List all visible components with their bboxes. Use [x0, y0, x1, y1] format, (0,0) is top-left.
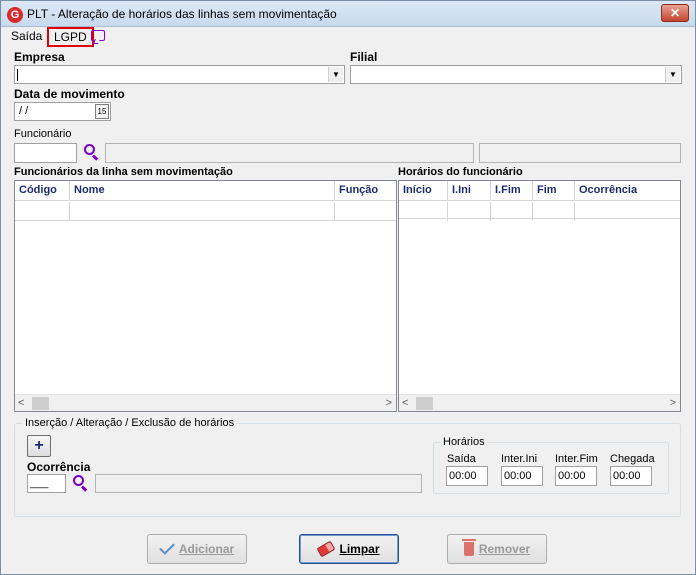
trash-icon [461, 539, 476, 556]
limpar-label: Limpar [339, 542, 380, 556]
check-icon [159, 539, 175, 555]
filial-label: Filial [350, 50, 378, 64]
horizontal-scrollbar[interactable]: < > [15, 394, 396, 411]
col-funcao[interactable]: Função [335, 181, 396, 201]
insercao-title: Inserção / Alteração / Exclusão de horár… [23, 417, 237, 429]
scroll-right-icon[interactable]: > [386, 397, 392, 409]
scroll-thumb[interactable] [416, 397, 433, 410]
ocorrencia-input[interactable]: ___ [27, 474, 66, 493]
saida-label: Saída [447, 453, 476, 465]
table-row[interactable] [399, 202, 680, 221]
col-fim[interactable]: Fim [533, 181, 575, 201]
grid-right-header: Início I.Ini I.Fim Fim Ocorrência [399, 181, 680, 201]
remover-label: Remover [478, 542, 531, 556]
col-ocorrencia[interactable]: Ocorrência [575, 181, 680, 201]
eraser-icon [317, 540, 336, 558]
data-movimento-value: / / [19, 105, 29, 117]
empresa-label: Empresa [14, 50, 65, 64]
horizontal-scrollbar[interactable]: < > [399, 394, 680, 411]
col-nome[interactable]: Nome [70, 181, 335, 201]
title-bar: G PLT - Alteração de horários das linhas… [1, 1, 695, 27]
grid-right-title: Horários do funcionário [398, 166, 523, 178]
calendar-icon[interactable]: 15 [95, 104, 109, 119]
funcionario-label: Funcionário [14, 128, 72, 140]
grid-left-header: Código Nome Função [15, 181, 396, 201]
data-movimento-label: Data de movimento [14, 87, 125, 101]
ocorrencia-value: ___ [30, 477, 49, 489]
inter-ini-label: Inter.Ini [501, 453, 538, 465]
scroll-right-icon[interactable]: > [670, 397, 676, 409]
chat-icon[interactable] [91, 30, 105, 41]
ocorrencia-label: Ocorrência [27, 460, 91, 474]
funcionario-name-field [105, 143, 474, 163]
chegada-input[interactable]: 00:00 [610, 466, 652, 486]
chevron-down-icon[interactable]: ▼ [328, 67, 343, 82]
scroll-left-icon[interactable]: < [18, 397, 24, 409]
main-window: G PLT - Alteração de horários das linhas… [0, 0, 696, 575]
saida-input[interactable]: 00:00 [446, 466, 488, 486]
col-inicio[interactable]: Início [399, 181, 448, 201]
scroll-thumb[interactable] [32, 397, 49, 410]
table-row[interactable] [15, 202, 396, 221]
adicionar-button[interactable]: Adicionar [147, 534, 247, 564]
col-ifim[interactable]: I.Fim [491, 181, 533, 201]
funcionario-code-input[interactable] [14, 143, 77, 163]
inter-ini-input[interactable]: 00:00 [501, 466, 543, 486]
menu-bar: Saída LGPD [1, 27, 695, 47]
app-logo-icon: G [7, 7, 23, 23]
limpar-button[interactable]: Limpar [299, 534, 399, 564]
inter-fim-input[interactable]: 00:00 [555, 466, 597, 486]
grid-left-title: Funcionários da linha sem movimentação [14, 166, 233, 178]
search-icon[interactable] [83, 144, 99, 161]
chevron-down-icon[interactable]: ▼ [665, 67, 680, 82]
col-iini[interactable]: I.Ini [448, 181, 491, 201]
remover-button[interactable]: Remover [447, 534, 547, 564]
menu-lgpd[interactable]: LGPD [47, 27, 94, 47]
horarios-title: Horários [441, 436, 487, 448]
add-button[interactable]: + [27, 435, 51, 457]
data-movimento-field[interactable]: / / 15 [14, 102, 111, 121]
horarios-grid[interactable]: Início I.Ini I.Fim Fim Ocorrência < > [398, 180, 681, 412]
ocorrencia-desc-field [95, 474, 422, 493]
menu-saida[interactable]: Saída [11, 29, 42, 43]
inter-fim-label: Inter.Fim [555, 453, 598, 465]
text-caret [17, 69, 18, 81]
window-title: PLT - Alteração de horários das linhas s… [27, 7, 337, 21]
filial-combo[interactable]: ▼ [350, 65, 682, 84]
close-button[interactable]: ✕ [661, 4, 689, 22]
chegada-label: Chegada [610, 453, 655, 465]
funcionarios-grid[interactable]: Código Nome Função < > [14, 180, 397, 412]
empresa-combo[interactable]: ▼ [14, 65, 345, 84]
adicionar-label: Adicionar [178, 542, 235, 556]
search-icon[interactable] [72, 475, 88, 492]
scroll-left-icon[interactable]: < [402, 397, 408, 409]
col-codigo[interactable]: Código [15, 181, 70, 201]
funcionario-extra-field [479, 143, 681, 163]
